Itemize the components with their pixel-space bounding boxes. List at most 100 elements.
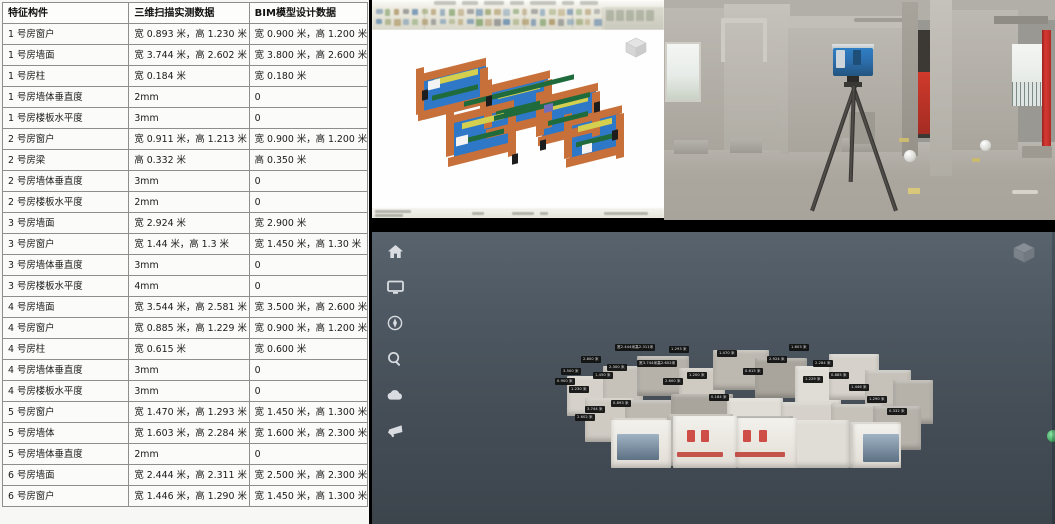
measurement-label[interactable]: 2.300 米 (607, 364, 627, 371)
measurement-label[interactable]: 1.470 米 (717, 350, 737, 357)
ribbon-tool-icon[interactable] (449, 19, 455, 24)
ribbon-tool-icon[interactable] (626, 10, 634, 21)
measurement-label[interactable]: 1.446 米 (849, 384, 869, 391)
ribbon-tool-icon[interactable] (440, 19, 446, 24)
target-icon[interactable] (384, 312, 406, 334)
ribbon-tool-icon[interactable] (594, 9, 600, 14)
table-cell: 2 号房墙体垂直度 (3, 171, 129, 192)
ribbon-tool-icon[interactable] (594, 19, 602, 26)
ribbon-tool-icon[interactable] (549, 9, 556, 15)
ribbon-tool-icon[interactable] (646, 10, 654, 21)
ribbon-tool-icon[interactable] (576, 19, 582, 25)
ribbon-tool-icon[interactable] (385, 9, 390, 16)
search-icon[interactable] (384, 348, 406, 370)
monitor-icon[interactable] (384, 276, 406, 298)
measurement-label[interactable]: 宽2.444米高2.311米 (615, 344, 655, 351)
ribbon-tool-icon[interactable] (412, 9, 417, 15)
ribbon-tool-icon[interactable] (494, 9, 501, 15)
ribbon-tool-icon[interactable] (513, 19, 520, 25)
ribbon-tool-icon[interactable] (558, 9, 565, 16)
ribbon-tool-icon[interactable] (476, 19, 483, 26)
ribbon-tool-icon[interactable] (540, 19, 546, 26)
bim-ribbon-toolbar[interactable] (372, 0, 664, 30)
measurement-label[interactable]: 0.885 米 (829, 372, 849, 379)
debris-pile (1022, 146, 1052, 158)
table-row: 1 号房柱宽 0.184 米宽 0.180 米 (3, 66, 368, 87)
measurement-label[interactable]: 1.603 米 (789, 344, 809, 351)
ribbon-tool-icon[interactable] (467, 9, 474, 14)
view-cube-icon[interactable] (1009, 240, 1039, 266)
ribbon-tool-icon[interactable] (585, 19, 590, 25)
ribbon-tool-icon[interactable] (494, 19, 501, 26)
ribbon-tool-icon[interactable] (503, 9, 510, 16)
ribbon-tool-icon[interactable] (458, 19, 463, 25)
measurement-label[interactable]: 2.284 米 (813, 360, 833, 367)
measurement-label[interactable]: 宽3.744米高2.602米 (637, 360, 677, 367)
ribbon-tool-icon[interactable] (558, 19, 564, 26)
ribbon-tool-icon[interactable] (503, 19, 509, 25)
ribbon-tool-icon[interactable] (449, 9, 455, 16)
measurement-label[interactable]: 3.744 米 (585, 406, 605, 413)
measurement-label[interactable]: 3.500 米 (561, 368, 581, 375)
ribbon-tool-icon[interactable] (403, 19, 409, 25)
ribbon-tool-icon[interactable] (531, 9, 538, 14)
ribbon-tool-icon[interactable] (476, 9, 483, 16)
bim-canvas[interactable] (372, 30, 664, 208)
ribbon-tool-icon[interactable] (606, 10, 614, 21)
measurement-label[interactable]: 2.602 米 (575, 414, 595, 421)
bim-model-viewer[interactable] (372, 0, 664, 218)
bim-menu-bar[interactable] (372, 0, 664, 7)
ribbon-tool-icon[interactable] (376, 9, 383, 14)
ribbon-tool-icon[interactable] (616, 10, 624, 21)
ribbon-tool-icon[interactable] (531, 19, 537, 26)
ribbon-tool-icon[interactable] (422, 9, 428, 14)
point-cloud-mesh[interactable]: 3.500 米 2.800 米 1.450 米 宽2.444米高2.311米 2.300… (567, 342, 932, 472)
measurement-label[interactable]: 0.615 米 (743, 368, 763, 375)
ribbon-tool-icon[interactable] (540, 9, 545, 16)
ribbon-tool-icon[interactable] (385, 19, 391, 25)
pointcloud-toolbar[interactable] (378, 240, 412, 442)
ribbon-tool-icon[interactable] (403, 9, 409, 14)
measurement-label[interactable]: 1.293 米 (669, 346, 689, 353)
cloud-icon[interactable] (384, 384, 406, 406)
ribbon-tool-icon[interactable] (431, 19, 437, 25)
measurement-label[interactable]: 1.230 米 (569, 386, 589, 393)
measurement-label[interactable]: 0.184 米 (709, 394, 729, 401)
measurement-label[interactable]: 0.900 米 (555, 378, 575, 385)
measurement-label[interactable]: 1.200 米 (687, 372, 707, 379)
ribbon-tool-icon[interactable] (636, 10, 644, 21)
bim-3d-model[interactable] (394, 44, 644, 189)
photo-wall-right (952, 10, 1018, 150)
ribbon-tool-icon[interactable] (440, 9, 445, 16)
ribbon-tool-icon[interactable] (576, 9, 582, 15)
megaphone-icon[interactable] (384, 420, 406, 442)
ribbon-tool-icon[interactable] (485, 9, 490, 15)
ribbon-tool-icon[interactable] (567, 9, 573, 15)
ribbon-tool-icon[interactable] (567, 19, 574, 25)
ribbon-tool-icon[interactable] (431, 9, 437, 15)
ribbon-tool-icon[interactable] (513, 9, 519, 14)
table-row: 1 号房楼板水平度 3mm 0 (3, 108, 368, 129)
ribbon-tool-icon[interactable] (394, 19, 400, 26)
ribbon-tool-icon[interactable] (376, 19, 382, 24)
ribbon-tool-icon[interactable] (485, 19, 492, 26)
ribbon-tool-icon[interactable] (522, 19, 529, 25)
ribbon-tool-icon[interactable] (522, 9, 528, 15)
ribbon-tool-icon[interactable] (422, 19, 428, 25)
ribbon-tool-icon[interactable] (412, 19, 417, 25)
point-cloud-viewer[interactable]: 3.500 米 2.800 米 1.450 米 宽2.444米高2.311米 2.300… (372, 232, 1055, 524)
ribbon-tool-icon[interactable] (458, 9, 464, 16)
ribbon-tool-icon[interactable] (394, 9, 399, 15)
measurement-label[interactable]: 1.229 米 (803, 376, 823, 383)
ribbon-tool-icon[interactable] (549, 19, 556, 25)
measurement-label[interactable]: 0.332 米 (887, 408, 907, 415)
measurement-label[interactable]: 2.800 米 (581, 356, 601, 363)
measurement-label[interactable]: 2.600 米 (663, 378, 683, 385)
ribbon-tool-icon[interactable] (467, 19, 474, 24)
measurement-label[interactable]: 0.893 米 (611, 400, 631, 407)
home-icon[interactable] (384, 240, 406, 262)
measurement-label[interactable]: 1.450 米 (593, 372, 613, 379)
measurement-label[interactable]: 1.290 米 (867, 396, 887, 403)
measurement-label[interactable]: 2.924 米 (767, 356, 787, 363)
ribbon-tool-icon[interactable] (585, 9, 591, 15)
